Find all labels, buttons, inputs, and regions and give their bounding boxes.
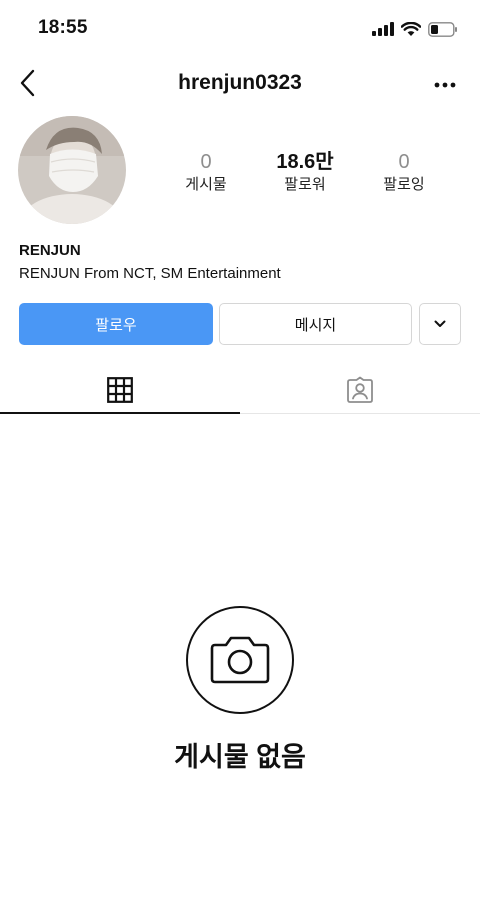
tagged-person-icon [347, 376, 373, 403]
more-horizontal-icon [434, 82, 456, 88]
stat-posts-label: 게시물 [185, 176, 227, 193]
cellular-signal-icon [372, 22, 394, 36]
empty-state-title: 게시물 없음 [174, 742, 306, 772]
tab-divider [240, 413, 480, 414]
chevron-down-icon [434, 320, 446, 327]
stat-followers-label: 팔로워 [284, 176, 326, 193]
stat-followers[interactable]: 18.6만 팔로워 [260, 151, 350, 195]
stat-following-label: 팔로잉 [383, 176, 425, 193]
more-options-button[interactable] [430, 74, 460, 96]
stat-posts[interactable]: 0 게시물 [161, 151, 251, 195]
follow-button-label: 팔로우 [95, 316, 137, 334]
tab-tagged[interactable] [240, 366, 480, 414]
profile-avatar[interactable] [18, 116, 126, 224]
message-button-label: 메시지 [294, 316, 337, 334]
profile-bio: RENJUN From NCT, SM Entertainment [19, 265, 281, 282]
profile-name: RENJUN [19, 242, 81, 259]
empty-state-camera [186, 606, 294, 714]
battery-icon [428, 21, 457, 37]
avatar-photo [18, 116, 126, 224]
active-tab-indicator [0, 412, 240, 414]
stat-followers-value: 18.6만 [276, 151, 334, 173]
profile-username: hrenjun0323 [178, 71, 302, 94]
status-time: 18:55 [38, 17, 88, 38]
tab-posts-grid[interactable] [0, 366, 240, 414]
stat-posts-value: 0 [200, 151, 212, 173]
message-button[interactable]: 메시지 [219, 303, 412, 345]
stat-following[interactable]: 0 팔로잉 [359, 151, 449, 195]
follow-button[interactable]: 팔로우 [19, 303, 213, 345]
status-icons [372, 17, 458, 41]
wifi-icon [401, 21, 421, 36]
stat-following-value: 0 [398, 151, 410, 173]
suggested-accounts-button[interactable] [419, 303, 461, 345]
camera-icon [210, 636, 270, 684]
grid-icon [107, 377, 133, 403]
